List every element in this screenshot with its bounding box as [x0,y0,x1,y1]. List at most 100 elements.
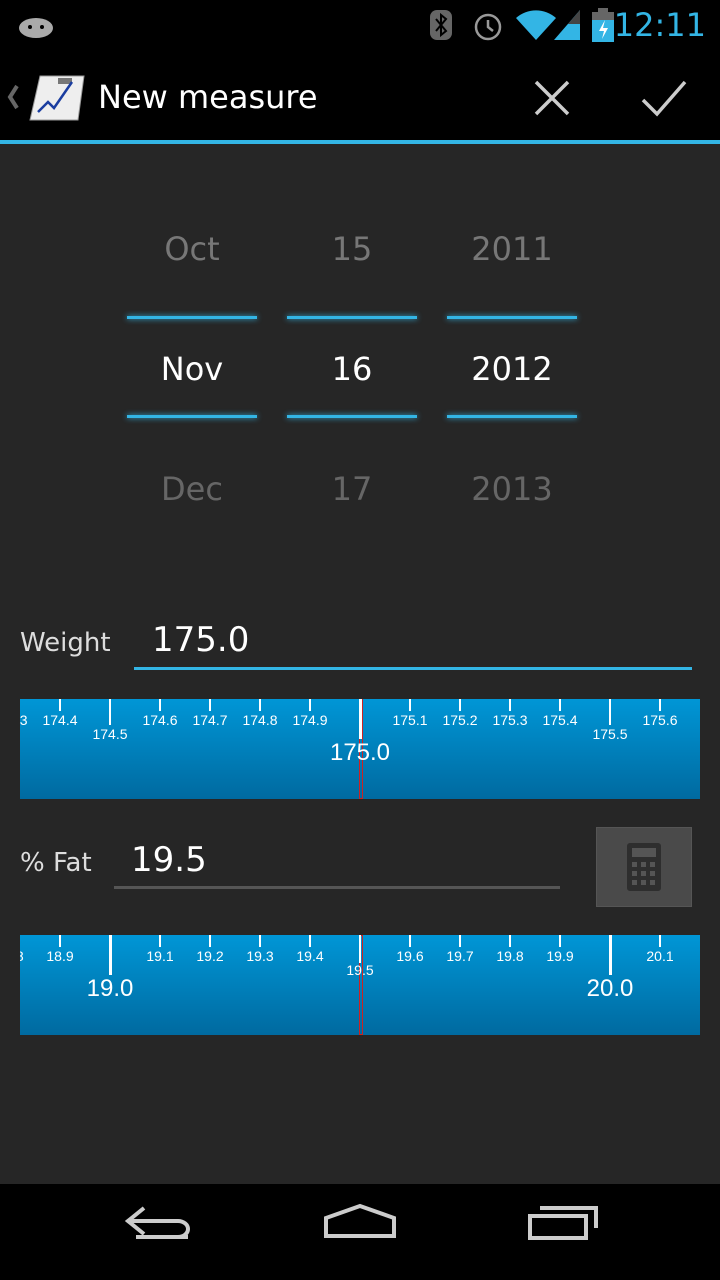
ruler-tick-label: 19.9 [546,948,574,964]
ruler-tick [409,935,411,947]
ruler-tick-label: 19.7 [446,948,474,964]
ruler-tick-label: 175.4 [542,712,578,728]
divider [447,316,577,319]
ruler-tick [259,699,261,711]
weight-underline [134,667,692,670]
ruler-tick [609,935,612,975]
alarm-icon [474,13,502,41]
ruler-tick-label: 19.3 [246,948,274,964]
ruler-tick-label: 175.0 [329,739,391,766]
ruler-tick-label: 174.5 [92,726,128,742]
bluetooth-icon [430,10,452,40]
divider [287,316,417,319]
ruler-tick-label: 175.1 [392,712,428,728]
ruler-tick [559,935,561,947]
ruler-tick-label: 175.5 [592,726,628,742]
day-prev[interactable]: 15 [287,230,417,268]
weight-label: Weight [20,628,111,658]
ruler-tick [359,699,362,739]
ruler-tick-label: 174.7 [192,712,228,728]
ruler-tick [59,699,61,711]
ruler-tick-label: 19.1 [146,948,174,964]
ruler-tick-label: 19.0 [86,975,134,1002]
up-button[interactable] [6,70,90,126]
ruler-tick [159,935,161,947]
ruler-tick-label: 19.8 [496,948,524,964]
ruler-tick-label: 19.2 [196,948,224,964]
ruler-tick [559,699,561,711]
year-prev[interactable]: 2011 [447,230,577,268]
ruler-tick [409,699,411,711]
ruler-tick-label: 174.8 [242,712,278,728]
divider [127,316,257,319]
android-icon [19,18,53,38]
ruler-tick-label: 20.1 [646,948,674,964]
ruler-tick-label: 174.3 [20,712,28,728]
divider [287,415,417,418]
ruler-tick [509,935,511,947]
ruler-tick [159,699,161,711]
fat-underline [114,886,560,889]
page-title: New measure [98,78,318,116]
ruler-tick [309,935,311,947]
day-next[interactable]: 17 [287,470,417,508]
ruler-tick-label: 19.5 [346,962,374,978]
ruler-tick-label: 175.6 [642,712,678,728]
divider [447,415,577,418]
ruler-tick-label: 174.4 [42,712,78,728]
calculator-button[interactable] [596,827,692,907]
day-current[interactable]: 16 [287,350,417,388]
divider [127,415,257,418]
ruler-tick-label: 19.4 [296,948,324,964]
fat-label: % Fat [20,848,92,878]
ruler-tick-label: 175.3 [492,712,528,728]
ruler-tick-label: 174.6 [142,712,178,728]
ruler-tick-label: 174.9 [292,712,328,728]
ruler-tick [509,699,511,711]
month-next[interactable]: Dec [127,470,257,508]
back-icon[interactable] [122,1204,196,1244]
calculator-icon [627,843,661,891]
ruler-tick-label: 18.9 [46,948,74,964]
battery-charging-icon [592,8,614,42]
cancel-button[interactable] [522,72,582,124]
ruler-tick-label: 175.2 [442,712,478,728]
check-icon [641,80,687,117]
ruler-tick [659,699,661,711]
ruler-tick [109,699,111,725]
back-chevron-icon [7,84,19,110]
fat-ruler[interactable]: 18.8 18.9 19.0 19.1 19.2 19.3 19.4 19.5 19.6 19.7… [20,935,700,1035]
ruler-tick-label: 20.0 [586,975,634,1002]
ruler-tick [209,699,211,711]
status-bar: 12:11 [0,0,720,50]
ruler-tick-label: 19.6 [396,948,424,964]
signal-icon [554,10,580,40]
ruler-tick [459,699,461,711]
ruler-tick-label: 18.8 [20,948,24,964]
recents-icon[interactable] [526,1202,600,1242]
weight-value: 175.0 [152,620,250,660]
ruler-tick [259,935,261,947]
ruler-tick [209,935,211,947]
ruler-tick [109,935,112,975]
ruler-tick [609,699,611,725]
ruler-tick [659,935,661,947]
weight-ruler[interactable]: 174.3 174.4 174.5 174.6 174.7 174.8 174.9175.0… [20,699,700,799]
year-next[interactable]: 2013 [447,470,577,508]
app-logo-icon [29,75,85,121]
year-current[interactable]: 2012 [447,350,577,388]
month-prev[interactable]: Oct [127,230,257,268]
home-icon[interactable] [322,1202,398,1242]
ruler-tick [59,935,61,947]
fat-value: 19.5 [131,840,207,880]
wifi-icon [516,10,556,40]
clock: 12:11 [613,6,706,44]
close-icon [534,80,570,116]
action-bar: New measure [0,50,720,144]
confirm-button[interactable] [634,72,694,124]
month-current[interactable]: Nov [127,350,257,388]
ruler-tick [359,935,361,963]
ruler-tick [309,699,311,711]
ruler-tick [459,935,461,947]
navigation-bar [0,1184,720,1280]
